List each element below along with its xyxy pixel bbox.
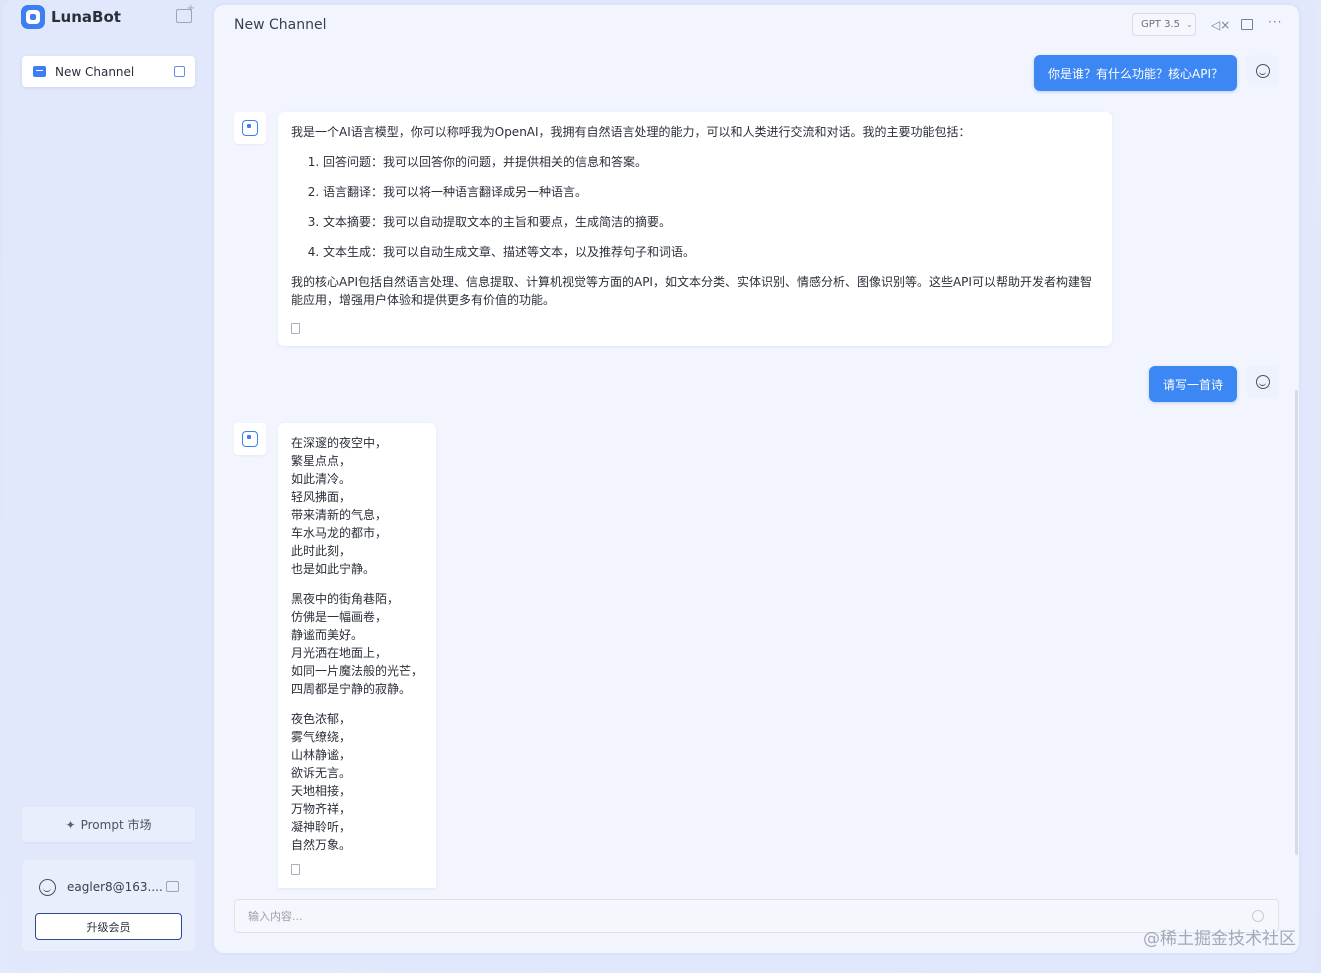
avatar-icon[interactable] (39, 879, 56, 896)
poem-line: 如同一片魔法般的光芒， (291, 664, 424, 678)
smile-icon (1256, 64, 1270, 78)
settings-icon[interactable] (166, 881, 179, 892)
bot-avatar (234, 112, 266, 144)
edit-icon[interactable] (174, 66, 185, 77)
mute-icon[interactable]: ◁× (1211, 18, 1230, 32)
poem-line: 车水马龙的都市， (291, 526, 388, 540)
copy-icon[interactable] (291, 323, 300, 334)
user-card: eagler8@163.... 升级会员 (22, 860, 195, 951)
poem-line: 黑夜中的街角巷陌， (291, 592, 400, 606)
scrollbar[interactable] (1295, 390, 1298, 855)
poem-line: 带来清新的气息， (291, 508, 388, 522)
user-message: 你是谁？有什么功能？核心API？ (1034, 55, 1237, 91)
user-message-text: 你是谁？有什么功能？核心API？ (1048, 66, 1223, 81)
bot-message: 我是一个AI语言模型，你可以称呼我为OpenAI，我拥有自然语言处理的能力，可以… (278, 112, 1112, 346)
app-name: LunaBot (51, 8, 121, 26)
user-avatar (1247, 55, 1279, 87)
new-channel-icon[interactable] (176, 3, 195, 23)
chat-panel: New Channel GPT 3.5 ⌄ ◁× ··· 你是谁？有什么功能？核… (214, 5, 1299, 953)
poem-stanza: 夜色浓郁， 雾气缭绕， 山林静谧， 欲诉无言。 天地相接， 万物齐祥， 凝神聆听… (291, 710, 423, 854)
list-item: 文本生成：我可以自动生成文章、描述等文本，以及推荐句子和词语。 (323, 243, 1099, 261)
model-select[interactable]: GPT 3.5 ⌄ (1132, 13, 1196, 36)
poem-line: 如此清冷。 (291, 472, 352, 486)
poem-line: 夜色浓郁， (291, 712, 352, 726)
poem-line: 雾气缭绕， (291, 730, 352, 744)
list-item: 文本摘要：我可以自动提取文本的主旨和要点，生成简洁的摘要。 (323, 213, 1099, 231)
chat-bubble-icon (33, 66, 46, 77)
prompt-market-label: Prompt 市场 (80, 818, 152, 832)
channel-item-new-channel[interactable]: New Channel (22, 56, 195, 87)
poem-line: 仿佛是一幅画卷， (291, 610, 388, 624)
user-message-text: 请写一首诗 (1162, 377, 1223, 392)
bot-message-list: 回答问题：我可以回答你的问题，并提供相关的信息和答案。 语言翻译：我可以将一种语… (291, 153, 1099, 261)
app-window: LunaBot New Channel ✦ Prompt 市场 eagler8@… (3, 0, 1316, 970)
bot-avatar (234, 423, 266, 455)
user-avatar (1247, 366, 1279, 398)
poem-line: 欲诉无言。 (291, 766, 352, 780)
poem-line: 月光洒在地面上， (291, 646, 388, 660)
smile-icon (1256, 375, 1270, 389)
poem-line: 轻风拂面， (291, 490, 352, 504)
list-item: 语言翻译：我可以将一种语言翻译成另一种语言。 (323, 183, 1099, 201)
send-icon[interactable] (1252, 910, 1264, 922)
lunabot-logo-icon (21, 5, 45, 29)
poem-stanza: 在深邃的夜空中， 繁星点点， 如此清冷。 轻风拂面， 带来清新的气息， 车水马龙… (291, 434, 423, 578)
chevron-down-icon: ⌄ (1185, 20, 1193, 29)
bot-icon (242, 120, 258, 136)
poem-line: 自然万象。 (291, 838, 352, 852)
chat-header: New Channel GPT 3.5 ⌄ ◁× ··· (214, 5, 1299, 45)
poem-line: 四周都是宁静的寂静。 (291, 682, 412, 696)
bot-message-outro: 我的核心API包括自然语言处理、信息提取、计算机视觉等方面的API，如文本分类、… (291, 275, 1092, 307)
bot-message-intro: 我是一个AI语言模型，你可以称呼我为OpenAI，我拥有自然语言处理的能力，可以… (291, 125, 971, 139)
bot-message-poem: 在深邃的夜空中， 繁星点点， 如此清冷。 轻风拂面， 带来清新的气息， 车水马龙… (278, 423, 436, 888)
list-item: 回答问题：我可以回答你的问题，并提供相关的信息和答案。 (323, 153, 1099, 171)
poem-line: 万物齐祥， (291, 802, 352, 816)
poem-line: 在深邃的夜空中， (291, 436, 388, 450)
user-email: eagler8@163.... (67, 880, 163, 894)
watermark: @稀土掘金技术社区 (1143, 929, 1296, 949)
page-title: New Channel (234, 17, 327, 33)
brand: LunaBot (21, 5, 121, 29)
poem-line: 静谧而美好。 (291, 628, 364, 642)
copy-icon[interactable] (291, 864, 300, 875)
message-input-box (234, 899, 1279, 933)
poem-line: 山林静谧， (291, 748, 352, 762)
message-icon[interactable] (1241, 19, 1253, 30)
more-icon[interactable]: ··· (1268, 15, 1282, 29)
model-select-value: GPT 3.5 (1141, 19, 1180, 30)
poem-line: 也是如此宁静。 (291, 562, 376, 576)
channel-label: New Channel (55, 64, 135, 79)
poem-stanza: 黑夜中的街角巷陌， 仿佛是一幅画卷， 静谧而美好。 月光洒在地面上， 如同一片魔… (291, 590, 423, 698)
sparkle-icon: ✦ (65, 817, 76, 832)
bot-icon (242, 431, 258, 447)
upgrade-button[interactable]: 升级会员 (35, 913, 182, 940)
poem-line: 此时此刻， (291, 544, 352, 558)
poem-line: 繁星点点， (291, 454, 352, 468)
poem-line: 凝神聆听， (291, 820, 352, 834)
user-message: 请写一首诗 (1148, 366, 1237, 402)
sidebar: LunaBot New Channel ✦ Prompt 市场 eagler8@… (3, 0, 213, 970)
message-input[interactable] (235, 900, 1278, 932)
prompt-market-button[interactable]: ✦ Prompt 市场 (22, 807, 195, 842)
poem-line: 天地相接， (291, 784, 352, 798)
